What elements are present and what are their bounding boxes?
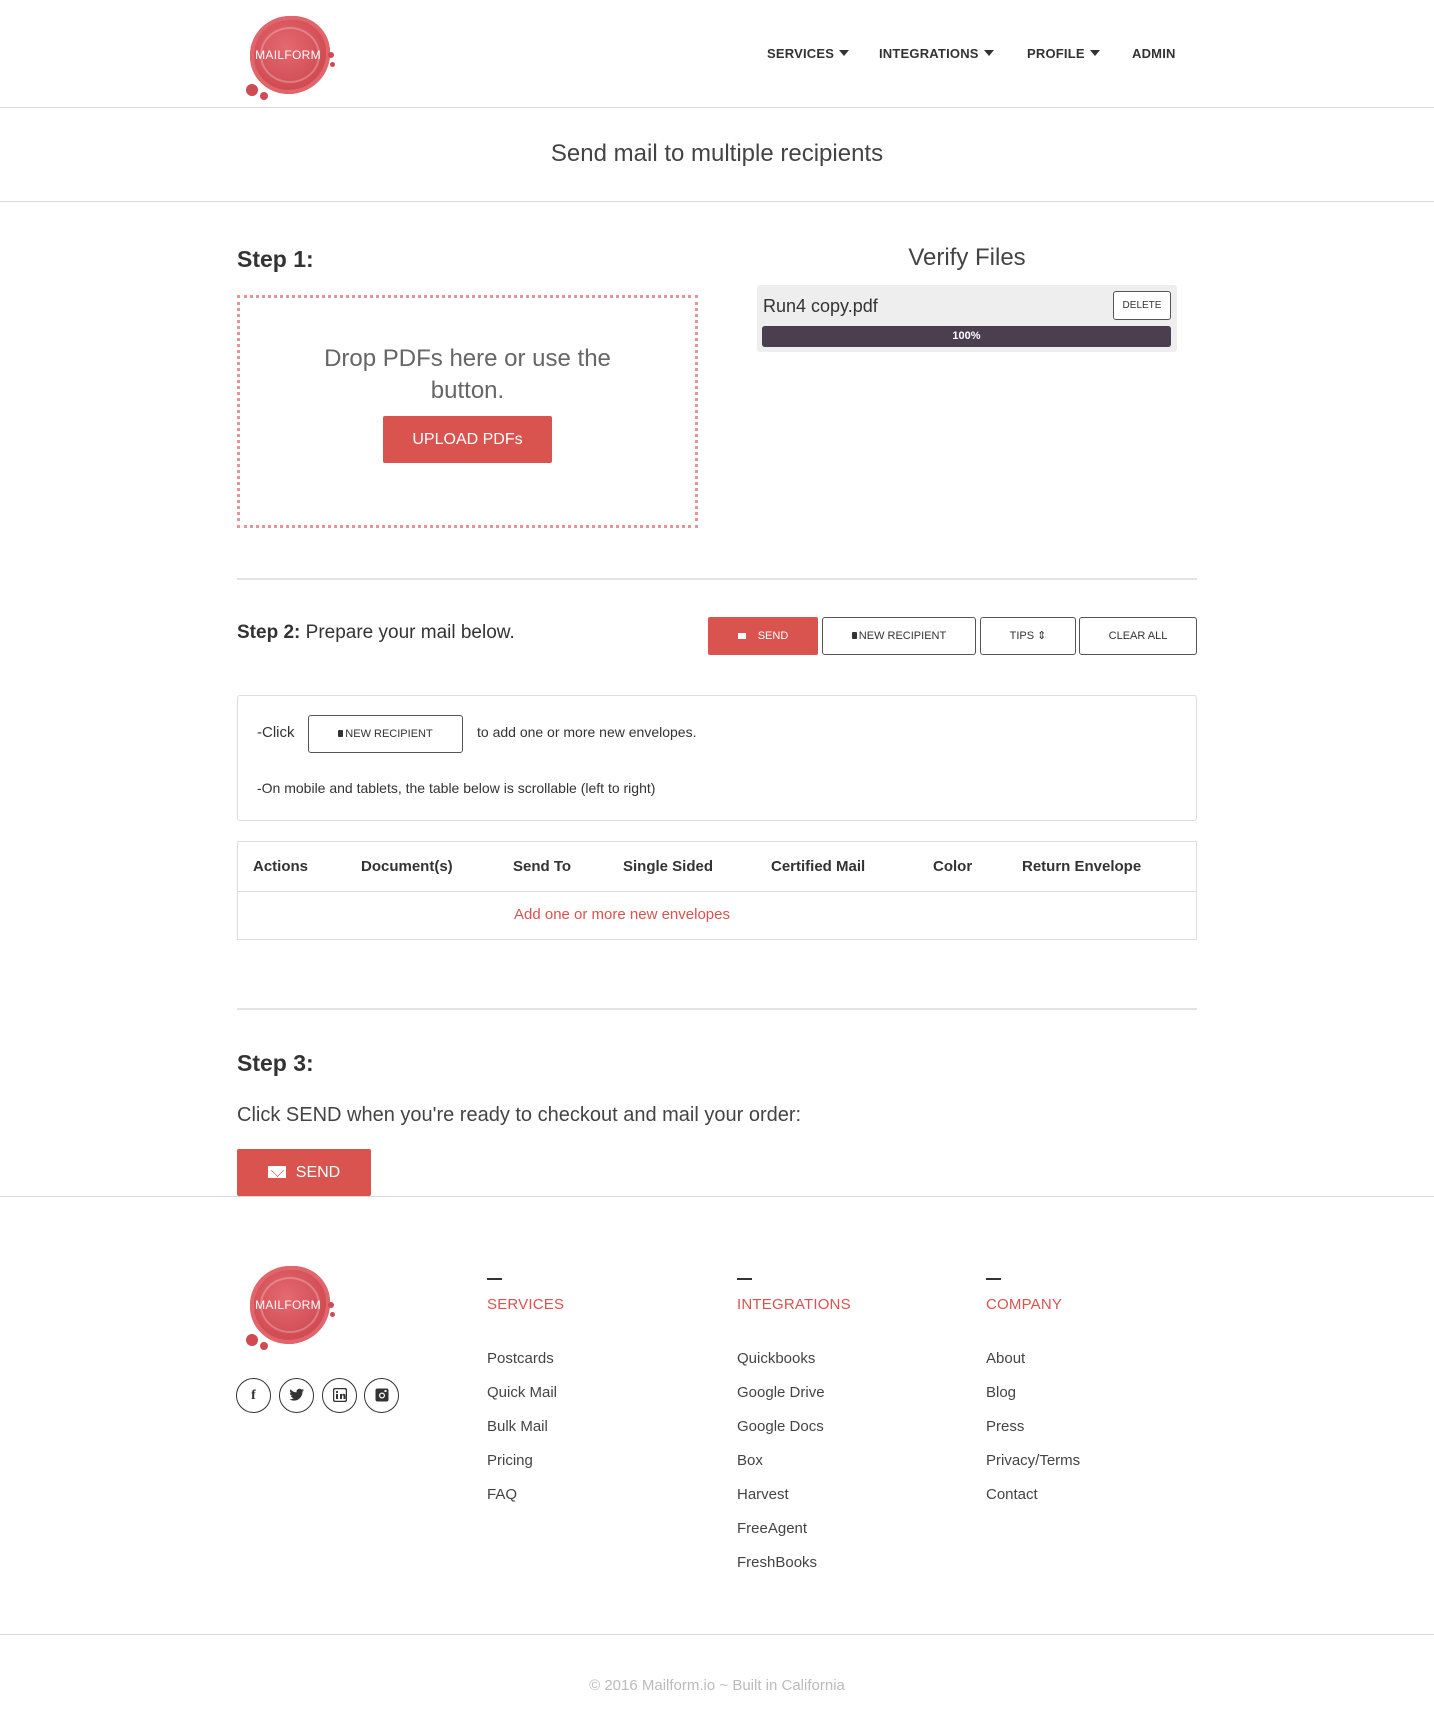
footer-link-google-drive[interactable]: Google Drive (737, 1384, 825, 1401)
divider (237, 578, 1197, 580)
caret-down-icon (983, 50, 994, 56)
footer-services-title: SERVICES (487, 1296, 565, 1313)
empty-table-message[interactable]: Add one or more new envelopes (238, 906, 1006, 923)
document-icon (851, 632, 857, 639)
nav-admin[interactable]: ADMIN (1132, 46, 1176, 61)
page-title: Send mail to multiple recipients (550, 140, 884, 167)
copyright-text: © 2016 Mailform.io ~ Built in California (589, 1677, 845, 1694)
step1-heading: Step 1: (237, 246, 314, 272)
footer-link-quick-mail[interactable]: Quick Mail (487, 1384, 557, 1401)
footer-link-press[interactable]: Press (986, 1418, 1024, 1435)
tip-click-suffix: to add one or more new envelopes. (477, 724, 697, 740)
column-header: Actions (253, 858, 309, 875)
footer-link-freeagent[interactable]: FreeAgent (737, 1520, 807, 1537)
footer-integrations-title: INTEGRATIONS (737, 1296, 851, 1313)
checkout-send-button[interactable]: SEND (237, 1149, 371, 1196)
column-header: Send To (513, 858, 572, 875)
upload-progress-bar: 100% (762, 326, 1171, 347)
envelope-icon (267, 1166, 286, 1178)
footer-link-harvest[interactable]: Harvest (737, 1486, 789, 1503)
mailform-logo[interactable]: MAILFORM (240, 12, 336, 104)
footer-link-faq[interactable]: FAQ (487, 1486, 517, 1503)
footer-bottom-divider (0, 1634, 1434, 1635)
step2-heading: Step 2: Prepare your mail below. (237, 622, 515, 643)
upload-pdfs-button[interactable]: UPLOAD PDFs (383, 416, 552, 463)
footer-link-bulk-mail[interactable]: Bulk Mail (487, 1418, 548, 1435)
column-header: Certified Mail (771, 858, 866, 875)
new-recipient-button[interactable]: NEW RECIPIENT (822, 617, 976, 655)
dropzone-text: Drop PDFs here or use the button. (324, 345, 611, 404)
document-icon (338, 730, 344, 737)
footer-link-contact[interactable]: Contact (986, 1486, 1038, 1503)
step3-instructions: Click SEND when you're ready to checkout… (237, 1104, 802, 1126)
send-button[interactable]: SEND (708, 617, 818, 655)
footer-link-privacy-terms[interactable]: Privacy/Terms (986, 1452, 1080, 1469)
inline-new-recipient-button[interactable]: NEW RECIPIENT (308, 715, 463, 753)
pdf-dropzone[interactable] (237, 295, 698, 528)
column-header: Single Sided (623, 858, 714, 875)
tips-panel (237, 695, 1197, 821)
nav-integrations[interactable]: INTEGRATIONS (879, 46, 994, 61)
logo-text: MAILFORM (255, 48, 321, 62)
column-header: Document(s) (361, 858, 453, 875)
tip-click-prefix: -Click (257, 724, 295, 741)
column-header: Return Envelope (1022, 858, 1142, 875)
logo-text: MAILFORM (255, 1298, 321, 1312)
footer-link-quickbooks[interactable]: Quickbooks (737, 1350, 815, 1367)
facebook-icon[interactable]: f (236, 1378, 271, 1413)
footer-link-about[interactable]: About (986, 1350, 1025, 1367)
twitter-icon[interactable] (279, 1378, 314, 1413)
footer-link-blog[interactable]: Blog (986, 1384, 1016, 1401)
verify-files-title: Verify Files (908, 244, 1026, 271)
instagram-icon[interactable] (364, 1378, 399, 1413)
file-name: Run4 copy.pdf (763, 296, 878, 316)
footer-link-freshbooks[interactable]: FreshBooks (737, 1554, 817, 1571)
footer-divider (0, 1196, 1434, 1197)
footer-company-title: COMPANY (986, 1296, 1063, 1313)
divider (237, 1008, 1197, 1010)
clear-all-button[interactable]: CLEAR ALL (1079, 617, 1197, 655)
nav-services[interactable]: SERVICES (767, 46, 850, 61)
delete-file-button[interactable]: DELETE (1113, 291, 1171, 320)
site-header: MAILFORM SERVICES INTEGRATIONS PROFILE A… (0, 0, 1434, 108)
footer-link-box[interactable]: Box (737, 1452, 763, 1469)
progress-label: 100% (952, 330, 981, 342)
footer-logo[interactable]: MAILFORM (240, 1262, 336, 1354)
footer-link-pricing[interactable]: Pricing (487, 1452, 533, 1469)
caret-down-icon (1089, 50, 1100, 56)
recipients-table: Actions Document(s) Send To Single Sided… (237, 841, 1197, 940)
expand-icon: ⇕ (1037, 630, 1047, 642)
linkedin-icon[interactable] (322, 1378, 357, 1413)
nav-profile[interactable]: PROFILE (1027, 46, 1100, 61)
envelope-icon (737, 633, 746, 639)
tips-button[interactable]: TIPS ⇕ (980, 617, 1076, 655)
footer-link-google-docs[interactable]: Google Docs (737, 1418, 824, 1435)
step3-heading: Step 3: (237, 1050, 314, 1076)
tip-mobile-note: -On mobile and tablets, the table below … (257, 780, 656, 796)
footer-link-postcards[interactable]: Postcards (487, 1350, 554, 1367)
column-header: Color (933, 858, 973, 875)
caret-down-icon (839, 50, 850, 56)
